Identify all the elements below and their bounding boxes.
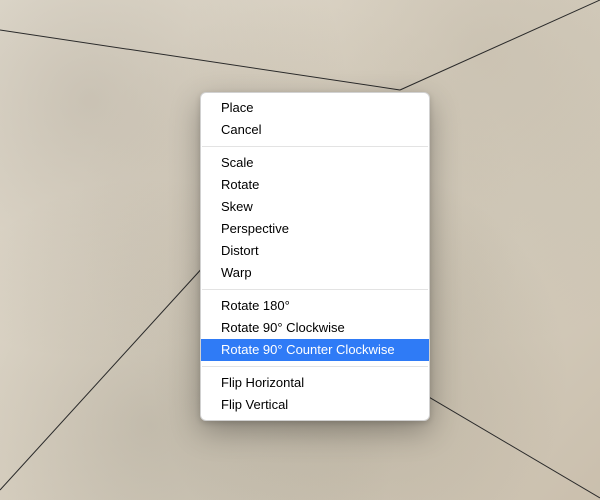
- menu-item-flip-vertical[interactable]: Flip Vertical: [201, 394, 429, 416]
- menu-item-perspective[interactable]: Perspective: [201, 218, 429, 240]
- menu-item-rotate-90-cw[interactable]: Rotate 90° Clockwise: [201, 317, 429, 339]
- menu-separator: [202, 146, 428, 147]
- document-canvas[interactable]: Place Cancel Scale Rotate Skew Perspecti…: [0, 0, 600, 500]
- menu-item-rotate-180[interactable]: Rotate 180°: [201, 295, 429, 317]
- menu-separator: [202, 366, 428, 367]
- context-menu: Place Cancel Scale Rotate Skew Perspecti…: [200, 92, 430, 421]
- menu-item-scale[interactable]: Scale: [201, 152, 429, 174]
- menu-item-rotate-90-ccw[interactable]: Rotate 90° Counter Clockwise: [201, 339, 429, 361]
- menu-item-skew[interactable]: Skew: [201, 196, 429, 218]
- menu-item-flip-horizontal[interactable]: Flip Horizontal: [201, 372, 429, 394]
- menu-item-warp[interactable]: Warp: [201, 262, 429, 284]
- menu-item-rotate[interactable]: Rotate: [201, 174, 429, 196]
- menu-separator: [202, 289, 428, 290]
- menu-item-distort[interactable]: Distort: [201, 240, 429, 262]
- menu-item-cancel[interactable]: Cancel: [201, 119, 429, 141]
- menu-item-place[interactable]: Place: [201, 97, 429, 119]
